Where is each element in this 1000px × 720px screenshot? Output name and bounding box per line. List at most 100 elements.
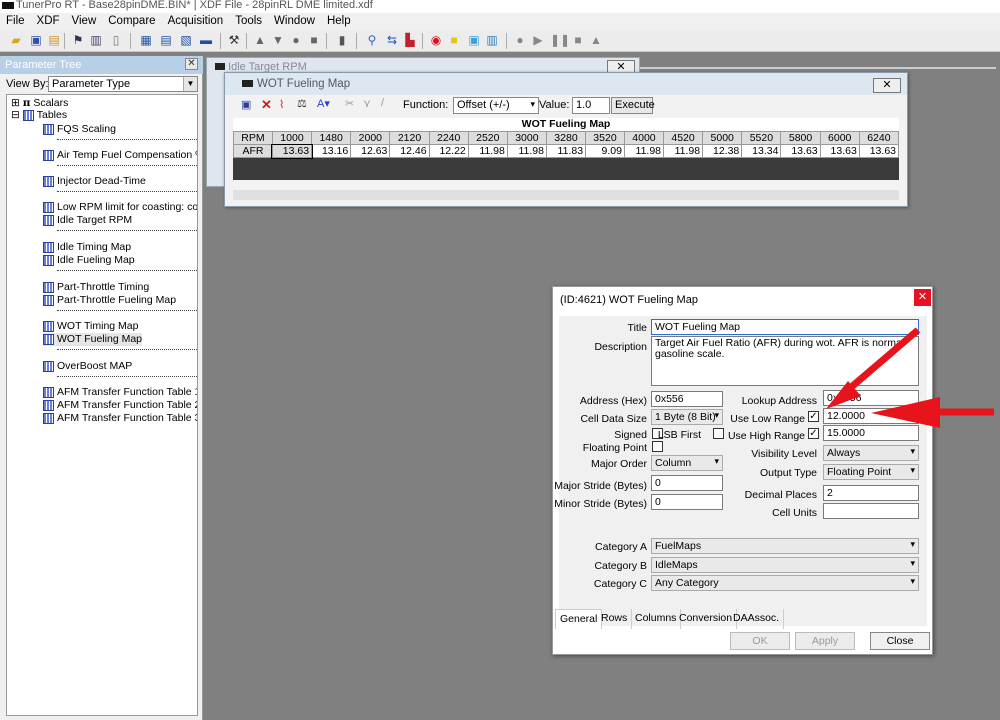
graph-icon[interactable]: ⌇ bbox=[279, 98, 284, 111]
stop-record-icon[interactable]: ● bbox=[512, 33, 528, 48]
save-icon[interactable]: ▣ bbox=[241, 98, 251, 111]
close-button[interactable]: Close bbox=[870, 632, 930, 650]
lookup-address-field[interactable]: 0x1556 bbox=[823, 390, 919, 406]
high-range-field[interactable]: 15.0000 bbox=[823, 425, 919, 441]
horizontal-scrollbar[interactable] bbox=[233, 190, 899, 200]
rpm-axis-cell[interactable]: 5520 bbox=[741, 131, 782, 145]
playback-slider-track[interactable] bbox=[616, 67, 996, 69]
menu-window[interactable]: Window bbox=[268, 13, 321, 27]
afr-value-cell[interactable]: 12.38 bbox=[702, 144, 743, 158]
minor-stride-field[interactable]: 0 bbox=[651, 494, 723, 510]
link-icon[interactable]: ⚲ bbox=[364, 33, 380, 48]
rpm-axis-cell[interactable]: 4000 bbox=[623, 131, 665, 145]
close-icon[interactable]: ✕ bbox=[185, 58, 198, 70]
tree-item[interactable]: FQS Scaling bbox=[43, 123, 116, 136]
afr-value-cell[interactable]: 13.63 bbox=[780, 144, 821, 158]
rpm-axis-cell[interactable]: 2240 bbox=[428, 131, 469, 145]
afr-value-cell[interactable]: 9.09 bbox=[585, 144, 625, 158]
menu-help[interactable]: Help bbox=[321, 13, 357, 27]
apply-button[interactable]: Apply bbox=[795, 632, 855, 650]
chart-icon[interactable]: ▥ bbox=[484, 33, 500, 48]
menu-acquisition[interactable]: Acquisition bbox=[162, 13, 230, 27]
tree-item[interactable]: Part-Throttle Timing bbox=[43, 281, 149, 294]
use-low-range-checkbox[interactable]: ✓ bbox=[808, 411, 819, 422]
tab-daassoc[interactable]: DAAssoc. bbox=[729, 609, 785, 629]
menu-xdf[interactable]: XDF bbox=[31, 13, 66, 27]
view-by-select[interactable]: Parameter Type ▼ bbox=[48, 76, 198, 92]
parameter-tree[interactable]: ⊞ π Scalars ⊟ Tables FQS Scaling Air Temp… bbox=[6, 94, 198, 716]
menu-tools[interactable]: Tools bbox=[229, 13, 268, 27]
dashboard-icon[interactable]: ▣ bbox=[466, 33, 482, 48]
rpm-axis-cell[interactable]: 3000 bbox=[506, 131, 547, 145]
afr-value-cell[interactable]: 12.46 bbox=[389, 144, 430, 158]
emulator-icon[interactable]: ▙ bbox=[402, 33, 418, 48]
afr-value-cell[interactable]: 11.98 bbox=[467, 144, 508, 158]
afr-value-cell[interactable]: 11.83 bbox=[545, 144, 587, 158]
category-c-select[interactable]: Any Category ▾ bbox=[651, 575, 919, 591]
rpm-axis-cell[interactable]: 6240 bbox=[858, 131, 900, 145]
window-tile-icon[interactable]: ▦ bbox=[138, 33, 154, 48]
xdf-icon[interactable]: ⚑ bbox=[70, 33, 86, 48]
ok-button[interactable]: OK bbox=[730, 632, 790, 650]
swap-icon[interactable]: ⇆ bbox=[384, 33, 400, 48]
chip-icon[interactable]: ▮ bbox=[334, 33, 350, 48]
lsb-first-checkbox[interactable] bbox=[713, 428, 724, 439]
dialog-close-button[interactable]: ✕ bbox=[914, 289, 931, 306]
rpm-axis-cell[interactable]: 6000 bbox=[819, 131, 860, 145]
tree-item[interactable]: WOT Fueling Map bbox=[43, 333, 142, 346]
cell-units-field[interactable] bbox=[823, 503, 919, 519]
monitor-icon[interactable]: ▬ bbox=[198, 33, 214, 48]
wrench-icon[interactable]: ⚒ bbox=[226, 33, 242, 48]
afr-value-cell[interactable]: 12.22 bbox=[428, 144, 469, 158]
collapse-icon[interactable]: ⊟ bbox=[11, 109, 20, 121]
value-input[interactable]: 1.0 bbox=[572, 97, 610, 114]
tree-item[interactable]: AFM Transfer Function Table 2 bbox=[43, 399, 197, 412]
tree-node-tables[interactable]: ⊟ Tables bbox=[11, 109, 67, 122]
open-folder-icon[interactable]: ▰ bbox=[8, 33, 24, 48]
decimal-places-field[interactable]: 2 bbox=[823, 485, 919, 501]
eject-icon[interactable]: ▲ bbox=[588, 33, 604, 48]
pause-icon[interactable]: ❚❚ bbox=[550, 33, 570, 48]
address-field[interactable]: 0x556 bbox=[651, 391, 723, 407]
xdf-save-icon[interactable]: ▥ bbox=[88, 33, 104, 48]
circle-icon[interactable]: ● bbox=[288, 33, 304, 48]
low-range-field[interactable]: 12.0000 bbox=[823, 408, 919, 424]
tab-rows[interactable]: Rows bbox=[597, 609, 633, 629]
afr-value-cell[interactable]: 13.63 bbox=[271, 143, 313, 159]
window-cascade-icon[interactable]: ▧ bbox=[178, 33, 194, 48]
afr-value-cell[interactable]: 11.98 bbox=[506, 144, 547, 158]
text-format-icon[interactable]: A▾ bbox=[317, 97, 330, 110]
note-icon[interactable]: ■ bbox=[446, 33, 462, 48]
rpm-axis-cell[interactable]: 5000 bbox=[702, 131, 743, 145]
tab-columns[interactable]: Columns bbox=[631, 609, 682, 629]
rpm-axis-cell[interactable]: 4520 bbox=[663, 131, 704, 145]
afr-value-cell[interactable]: 11.98 bbox=[623, 144, 665, 158]
tree-item[interactable]: AFM Transfer Function Table 3 bbox=[43, 412, 197, 425]
major-order-select[interactable]: Column ▾ bbox=[651, 455, 723, 471]
rpm-axis-cell[interactable]: 3280 bbox=[545, 131, 587, 145]
function-select[interactable]: Offset (+/-) ▾ bbox=[453, 97, 539, 114]
title-field[interactable]: WOT Fueling Map bbox=[651, 319, 919, 335]
new-doc-icon[interactable]: ▯ bbox=[108, 33, 124, 48]
tree-item[interactable]: Injector Dead-Time bbox=[43, 175, 146, 188]
rpm-axis-cell[interactable]: 1480 bbox=[311, 131, 352, 145]
tree-item[interactable]: Idle Timing Map bbox=[43, 241, 131, 254]
major-stride-field[interactable]: 0 bbox=[651, 475, 723, 491]
close-button[interactable]: ✕ bbox=[873, 78, 901, 93]
expand-icon[interactable]: ⊞ bbox=[11, 97, 20, 109]
arrow-down-icon[interactable]: ▼ bbox=[270, 33, 286, 48]
category-a-select[interactable]: FuelMaps ▾ bbox=[651, 538, 919, 554]
cell-size-select[interactable]: 1 Byte (8 Bit) ▾ bbox=[651, 409, 723, 425]
cut-icon[interactable]: ✂ bbox=[345, 97, 354, 110]
afr-value-cell[interactable]: 11.98 bbox=[663, 144, 704, 158]
play-icon[interactable]: ▶ bbox=[530, 33, 546, 48]
record-icon[interactable]: ◉ bbox=[428, 33, 444, 48]
tab-general[interactable]: General bbox=[555, 609, 603, 629]
tree-item[interactable]: Idle Target RPM bbox=[43, 214, 132, 227]
afr-value-cell[interactable]: 13.34 bbox=[741, 144, 782, 158]
use-high-range-checkbox[interactable]: ✓ bbox=[808, 428, 819, 439]
menu-view[interactable]: View bbox=[66, 13, 103, 27]
rpm-axis-cell[interactable]: 1000 bbox=[271, 131, 313, 145]
menu-compare[interactable]: Compare bbox=[102, 13, 161, 27]
rpm-axis-cell[interactable]: 5800 bbox=[780, 131, 821, 145]
